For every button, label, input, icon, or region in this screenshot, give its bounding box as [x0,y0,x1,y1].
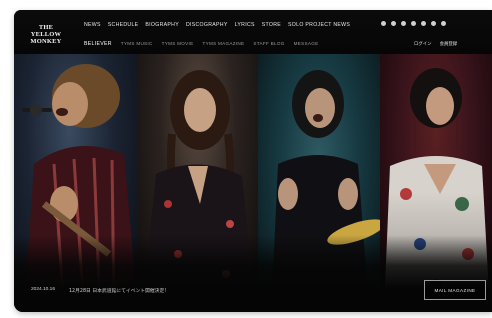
register-link[interactable]: 会員登録 [440,41,458,47]
mail-magazine-button[interactable]: MAIL MAGAZINE [424,280,486,300]
member-nav: BELIEVER TYMS MUSIC TYMS MOVIE TYMS MAGA… [84,41,318,47]
youtube-icon[interactable] [431,21,436,26]
nav-item-schedule[interactable]: SCHEDULE [108,22,139,28]
login-link[interactable]: ログイン [414,41,432,47]
tiktok-icon[interactable] [421,21,426,26]
nav-item-biography[interactable]: BIOGRAPHY [145,22,179,28]
nav-item-store[interactable]: STORE [262,22,281,28]
subnav-item-tyms-movie[interactable]: TYMS MOVIE [162,41,194,47]
instagram-icon[interactable] [411,21,416,26]
site-logo[interactable]: THE YELLOW MONKEY [26,24,66,45]
browser-screen: THE YELLOW MONKEY NEWS SCHEDULE BIOGRAPH… [14,10,492,312]
news-date: 2024.10.16 [31,287,56,292]
bottom-gradient [14,235,492,312]
news-headline-link[interactable]: 12月28日 日本武道館にてイベント開催決定! [69,287,166,294]
subnav-item-believer[interactable]: BELIEVER [84,41,112,47]
subnav-item-message[interactable]: MESSAGE [294,41,319,47]
line-icon[interactable] [441,21,446,26]
facebook-icon[interactable] [401,21,406,26]
subnav-item-tyms-magazine[interactable]: TYMS MAGAZINE [202,41,244,47]
nav-item-lyrics[interactable]: LYRICS [235,22,255,28]
social-links [381,21,446,26]
account-links: ログイン 会員登録 [414,41,457,47]
site-header: THE YELLOW MONKEY NEWS SCHEDULE BIOGRAPH… [14,10,492,54]
twitter-icon[interactable] [391,21,396,26]
nav-item-discography[interactable]: DISCOGRAPHY [186,22,228,28]
apple-icon[interactable] [381,21,386,26]
nav-item-solo-project-news[interactable]: SOLO PROJECT NEWS [288,22,350,28]
subnav-item-staff-blog[interactable]: STAFF BLOG [253,41,284,47]
main-nav: NEWS SCHEDULE BIOGRAPHY DISCOGRAPHY LYRI… [84,22,350,28]
subnav-item-tyms-music[interactable]: TYMS MUSIC [121,41,153,47]
nav-item-news[interactable]: NEWS [84,22,101,28]
